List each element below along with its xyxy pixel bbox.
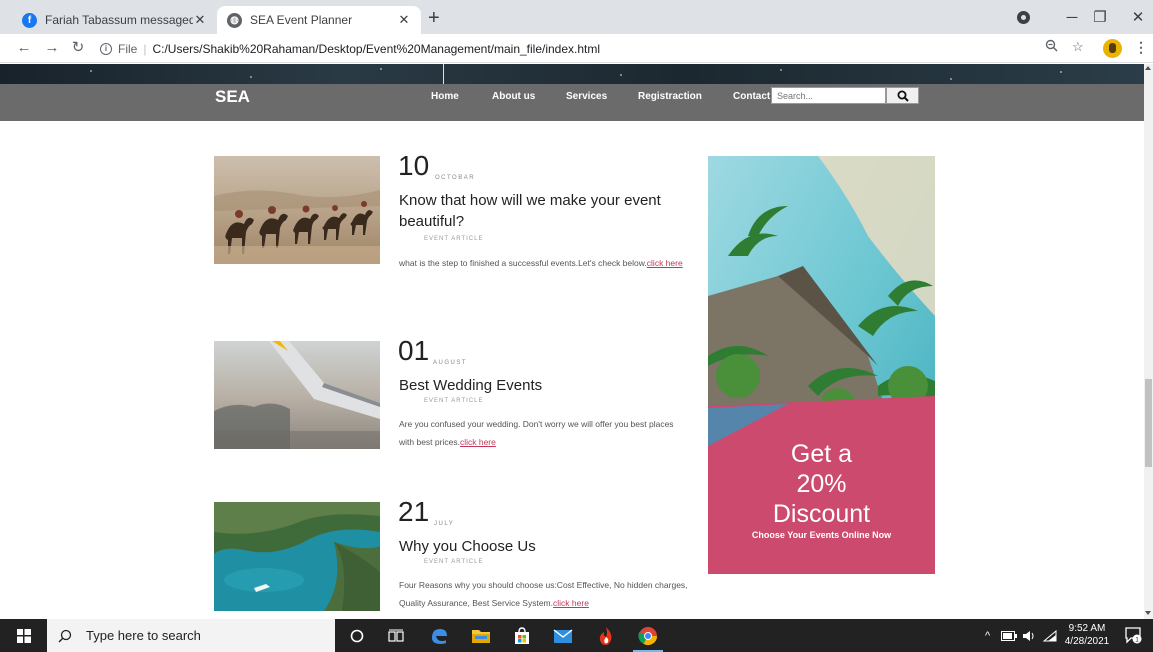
article-title[interactable]: Why you Choose Us	[399, 536, 699, 557]
site-search-button[interactable]	[886, 87, 919, 104]
article-image-airplane[interactable]	[214, 341, 380, 449]
article-image-bay[interactable]	[214, 502, 380, 611]
battery-icon[interactable]	[1001, 619, 1017, 652]
article-description: what is the step to finished a successfu…	[399, 258, 683, 268]
store-icon[interactable]	[503, 619, 541, 652]
taskbar-search-box[interactable]: Type here to search	[47, 619, 335, 652]
scroll-up-arrow-icon[interactable]	[1145, 66, 1151, 70]
site-navbar	[0, 84, 1144, 121]
hero-divider-line	[443, 64, 444, 86]
taskbar-clock[interactable]: 9:52 AM 4/28/2021	[1058, 622, 1116, 648]
nav-home[interactable]: Home	[431, 91, 459, 102]
article-month: AUGUST	[433, 360, 468, 366]
site-search-input[interactable]	[771, 87, 886, 104]
search-icon	[58, 629, 72, 642]
article-read-more-link[interactable]: click here	[460, 437, 496, 447]
tab-sea-event-planner[interactable]: ◍ SEA Event Planner ✕	[217, 6, 421, 34]
forward-button[interactable]: →	[42, 38, 62, 58]
start-button[interactable]	[0, 619, 47, 652]
article-category: EVENT ARTICLE	[424, 398, 484, 404]
facebook-icon: f	[22, 12, 37, 28]
scrollbar-thumb[interactable]	[1145, 379, 1152, 467]
windows-taskbar: Type here to search ^ 9:52 AM 4/28/2021 …	[0, 619, 1153, 652]
media-recording-icon[interactable]	[1017, 11, 1030, 24]
zoom-icon[interactable]	[1045, 39, 1058, 55]
reload-button[interactable]: ↻	[68, 38, 88, 58]
wifi-icon[interactable]	[1043, 619, 1057, 652]
article-read-more-link[interactable]: click here	[553, 598, 589, 608]
article-day: 10	[398, 150, 430, 181]
site-logo[interactable]: SEA	[215, 87, 250, 107]
ad-subtext: Choose Your Events Online Now	[751, 530, 892, 540]
volume-icon[interactable]	[1022, 619, 1036, 652]
nav-registraction[interactable]: Registraction	[638, 91, 702, 102]
back-button[interactable]: ←	[14, 38, 34, 58]
scroll-down-arrow-icon[interactable]	[1145, 611, 1151, 615]
browser-toolbar: ← → ↻ i File | C:/Users/Shakib%20Rahaman…	[0, 34, 1153, 63]
article-description: Are you confused your wedding. Don't wor…	[399, 419, 674, 447]
tab-title: SEA Event Planner	[250, 13, 353, 27]
close-tab-icon[interactable]: ✕	[397, 12, 411, 28]
close-tab-icon[interactable]: ✕	[193, 12, 207, 28]
separator: |	[143, 41, 147, 56]
cortana-icon[interactable]	[338, 619, 376, 652]
edge-browser-icon[interactable]	[420, 619, 458, 652]
windows-logo-icon	[16, 628, 31, 643]
article-month: JULY	[434, 521, 455, 527]
nav-services[interactable]: Services	[566, 91, 607, 102]
article-image-camels[interactable]	[214, 156, 380, 264]
article-day: 01	[398, 335, 430, 366]
tab-title: Fariah Tabassum messaged you	[45, 13, 193, 27]
task-view-icon[interactable]	[377, 619, 415, 652]
article-title[interactable]: Best Wedding Events	[399, 375, 699, 396]
nav-contact[interactable]: Contact	[733, 91, 770, 102]
menu-kebab-icon[interactable]: ⋮	[1134, 39, 1148, 56]
page-viewport: SEA Home About us Services Registraction…	[0, 64, 1144, 619]
article-category: EVENT ARTICLE	[424, 236, 484, 242]
article-read-more-link[interactable]: click here	[647, 258, 683, 268]
article-month: OCTOBAR	[435, 175, 476, 181]
profile-avatar[interactable]	[1103, 39, 1122, 58]
tray-chevron-icon[interactable]: ^	[985, 619, 990, 652]
scheme-label: File	[118, 41, 138, 56]
article-title[interactable]: Know that how will we make your event be…	[399, 190, 699, 232]
restore-button[interactable]: ❐	[1080, 0, 1120, 34]
article-category: EVENT ARTICLE	[424, 559, 484, 565]
taskbar-search-placeholder: Type here to search	[86, 628, 201, 643]
page-scrollbar[interactable]	[1144, 64, 1153, 619]
discount-ad-banner[interactable]: Get a 20% Discount Choose Your Events On…	[708, 156, 935, 574]
mail-icon[interactable]	[544, 619, 582, 652]
bookmark-star-icon[interactable]: ☆	[1072, 39, 1084, 55]
ad-headline: Get a 20% Discount	[772, 440, 871, 528]
search-icon	[897, 90, 909, 102]
chrome-icon[interactable]	[629, 619, 667, 652]
new-tab-button[interactable]: +	[428, 6, 440, 30]
article-day: 21	[398, 496, 430, 527]
browser-tab-strip: f Fariah Tabassum messaged you ✕ ◍ SEA E…	[0, 0, 1153, 34]
svg-text:1: 1	[1135, 636, 1139, 643]
clock-date: 4/28/2021	[1064, 636, 1110, 647]
globe-icon: ◍	[227, 12, 242, 28]
address-bar[interactable]: i File | C:/Users/Shakib%20Rahaman/Deskt…	[100, 37, 1060, 60]
article-description: Four Reasons why you should choose us:Co…	[399, 580, 688, 608]
close-window-button[interactable]: ✕	[1118, 0, 1153, 34]
app-flame-icon[interactable]	[587, 619, 625, 652]
clock-time: 9:52 AM	[1068, 623, 1106, 634]
url-text[interactable]: C:/Users/Shakib%20Rahaman/Desktop/Event%…	[152, 42, 600, 56]
nav-about-us[interactable]: About us	[492, 91, 535, 102]
tab-facebook[interactable]: f Fariah Tabassum messaged you ✕	[12, 6, 217, 34]
file-explorer-icon[interactable]	[462, 619, 500, 652]
notifications-icon[interactable]: 1	[1124, 626, 1142, 644]
info-icon[interactable]: i	[100, 42, 112, 55]
hero-background	[0, 64, 1144, 84]
